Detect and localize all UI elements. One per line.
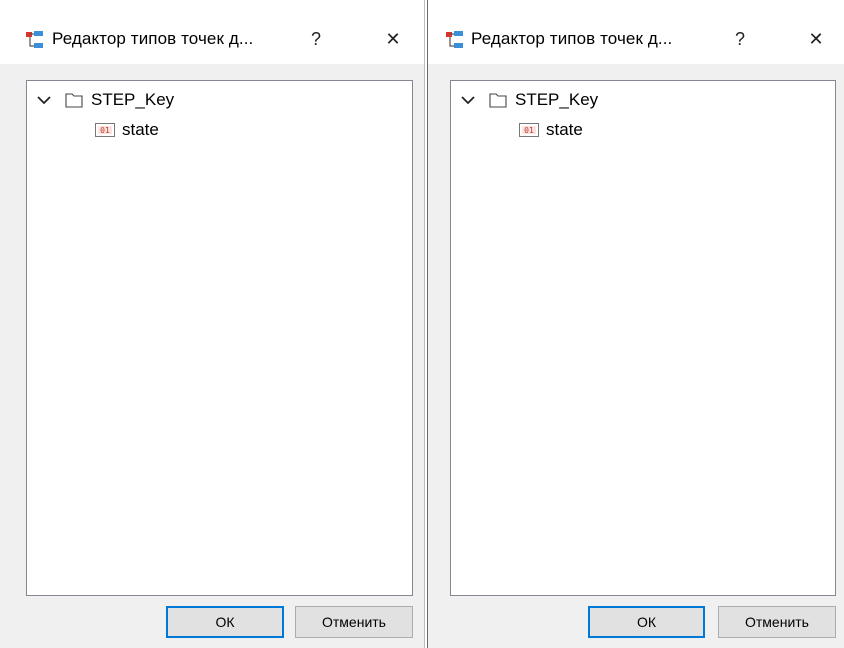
point-type-editor-dialog-right: Редактор типов точек д... ? ✕ STEP_Key 0… — [428, 0, 844, 648]
tree-item-leaf[interactable]: 01 state — [519, 117, 583, 143]
ok-button[interactable]: ОК — [588, 606, 705, 638]
chevron-down-icon[interactable] — [35, 91, 53, 109]
item-label: state — [546, 120, 583, 139]
tree-item-folder[interactable]: STEP_Key — [459, 87, 598, 113]
cancel-button[interactable]: Отменить — [718, 606, 836, 638]
window-title: Редактор типов точек д... — [471, 29, 673, 48]
tree-app-icon — [26, 31, 43, 48]
help-button[interactable]: ? — [720, 22, 760, 56]
cancel-button[interactable]: Отменить — [295, 606, 413, 638]
point-type-editor-dialog-left: Редактор типов точек д... ? ✕ STEP_Key 0… — [0, 0, 424, 648]
bool-01-icon: 01 — [519, 123, 539, 137]
window-title: Редактор типов точек д... — [52, 29, 254, 48]
bool-01-icon: 01 — [95, 123, 115, 137]
tree-app-icon — [446, 31, 463, 48]
close-button[interactable]: ✕ — [796, 22, 836, 56]
folder-icon — [65, 93, 83, 108]
help-button[interactable]: ? — [296, 22, 336, 56]
point-type-tree[interactable]: STEP_Key 01 state — [26, 80, 413, 596]
tree-item-folder[interactable]: STEP_Key — [35, 87, 174, 113]
ok-button[interactable]: ОК — [166, 606, 284, 638]
point-type-tree[interactable]: STEP_Key 01 state — [450, 80, 836, 596]
svg-text:01: 01 — [100, 126, 110, 135]
folder-label: STEP_Key — [515, 90, 599, 109]
tree-item-leaf[interactable]: 01 state — [95, 117, 159, 143]
close-button[interactable]: ✕ — [373, 22, 413, 56]
folder-label: STEP_Key — [91, 90, 175, 109]
folder-icon — [489, 93, 507, 108]
item-label: state — [122, 120, 159, 139]
title-bar[interactable]: Редактор типов точек д... ? ✕ — [0, 0, 424, 64]
chevron-down-icon[interactable] — [459, 91, 477, 109]
title-bar[interactable]: Редактор типов точек д... ? ✕ — [428, 0, 844, 64]
svg-text:01: 01 — [524, 126, 534, 135]
